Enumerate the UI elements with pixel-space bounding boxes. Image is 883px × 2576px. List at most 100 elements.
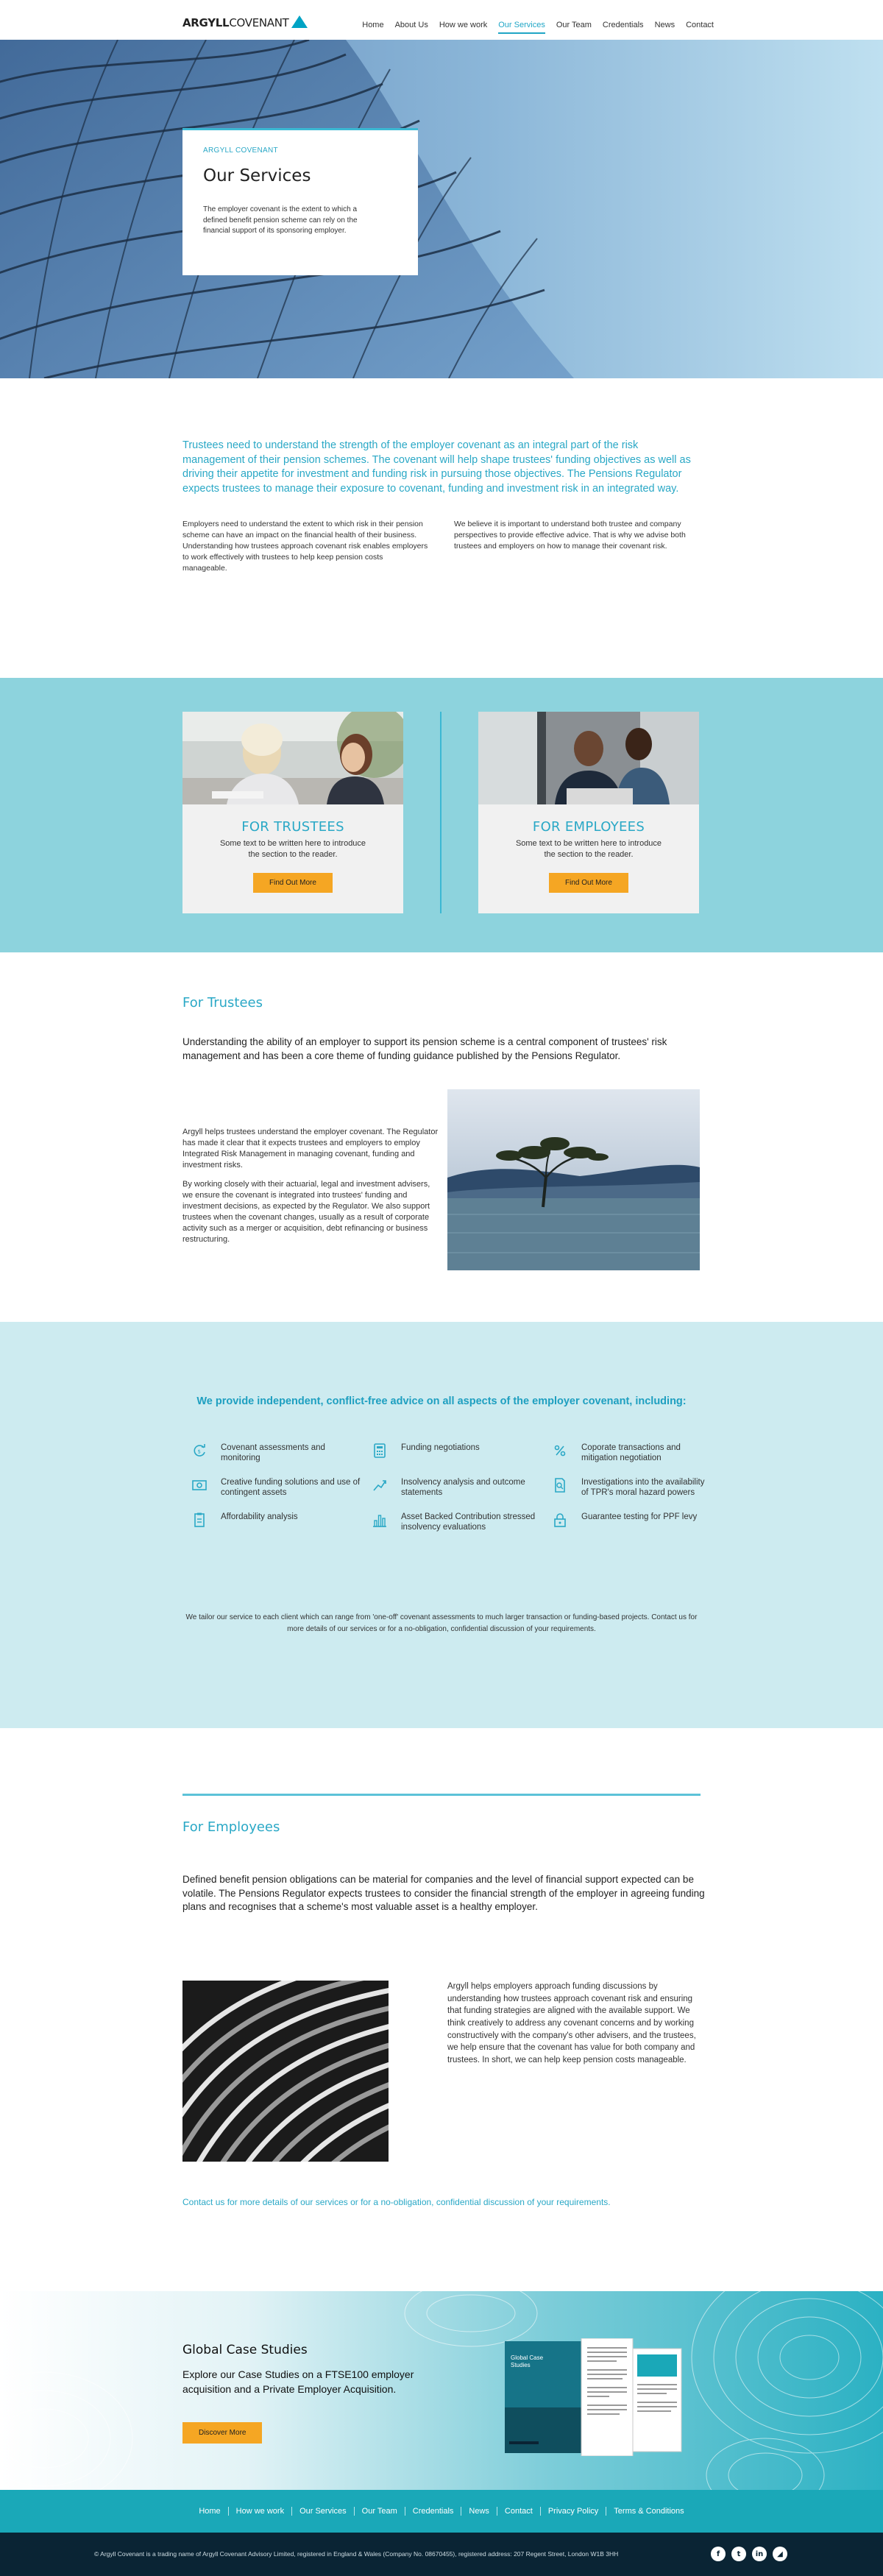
banknote-icon [192,1479,207,1490]
logo-bold-text: ARGYLL [182,16,230,29]
clipboard-icon [194,1512,205,1527]
service-label: Funding negotiations [401,1443,480,1452]
intro-section: Trustees need to understand the strength… [0,378,883,678]
trustees-paragraph-2: By working closely with their actuarial,… [182,1180,430,1244]
percent-icon [554,1445,566,1457]
document-search-icon [555,1477,565,1493]
services-footnote: We tailor our service to each client whi… [185,1613,698,1633]
hero-text: The employer covenant is the extent to w… [203,205,358,235]
contact-link[interactable]: Contact us for more details of our servi… [182,2197,611,2207]
intro-lead: Trustees need to understand the strength… [182,439,691,495]
trend-line-icon [373,1479,386,1491]
nav-our-services[interactable]: Our Services [498,21,545,34]
employees-lead: Defined benefit pension obligations can … [182,1874,705,1913]
nav-credentials[interactable]: Credentials [603,21,644,34]
twitter-icon[interactable]: t [731,2547,746,2561]
lake-tree-photo [447,1089,700,1270]
nav-news[interactable]: News [655,21,675,34]
service-item: Affordability analysis [191,1512,372,1533]
service-item: Guarantee testing for PPF levy [552,1512,706,1533]
bar-chart-icon [373,1514,386,1527]
service-item: Coporate transactions and mitigation neg… [552,1443,706,1464]
rss-icon[interactable]: ◢ [773,2547,787,2561]
svg-text:$: $ [198,1449,201,1455]
facebook-icon[interactable]: f [711,2547,726,2561]
services-section: We provide independent, conflict-free ad… [0,1322,883,1728]
trustees-card-text: Some text to be written here to introduc… [219,839,366,860]
intro-col-left: Employers need to understand the extent … [182,519,428,573]
nav-our-team[interactable]: Our Team [556,21,592,34]
nav-how-we-work[interactable]: How we work [439,21,487,34]
employees-section-title: For Employees [182,1819,280,1835]
brochure-title: Global Case Studies [511,2354,544,2368]
legal-bar: © Argyll Covenant is a trading name of A… [0,2533,883,2576]
service-item: Insolvency analysis and outcome statemen… [372,1477,552,1498]
trustees-paragraph-1: Argyll helps trustees understand the emp… [182,1128,439,1170]
case-studies-title: Global Case Studies [182,2343,308,2357]
trustees-photo [182,712,403,804]
footer-link-our-services[interactable]: Our Services [292,2507,355,2516]
service-label: Coporate transactions and mitigation neg… [581,1443,681,1463]
intro-col-right: We believe it is important to understand… [454,519,686,551]
logo[interactable]: ARGYLLCOVENANT [182,15,308,29]
hero: ARGYLL COVENANT Our Services The employe… [0,40,883,378]
footer-link-our-team[interactable]: Our Team [355,2507,405,2516]
employees-card-title: FOR EMPLOYEES [532,819,645,835]
intro-columns: Employers need to understand the extent … [182,519,701,574]
trustees-card: FOR TRUSTEES Some text to be written her… [182,712,403,913]
footer-link-news[interactable]: News [461,2507,497,2516]
service-label: Asset Backed Contribution stressed insol… [401,1512,536,1532]
architecture-photo [182,1981,389,2162]
case-studies-banner: Global Case Studies Explore our Case Stu… [0,2291,883,2490]
case-studies-text: Explore our Case Studies on a FTSE100 em… [182,2368,414,2395]
employees-card-text: Some text to be written here to introduc… [515,839,662,860]
service-item: Funding negotiations [372,1443,552,1464]
footer-link-home[interactable]: Home [191,2507,229,2516]
hero-card: ARGYLL COVENANT Our Services The employe… [182,128,418,275]
service-label: Creative funding solutions and use of co… [221,1477,361,1498]
service-label: Investigations into the availability of … [581,1477,705,1498]
trustees-body: Argyll helps trustees understand the emp… [182,1127,442,1253]
logo-triangle-icon [291,15,308,28]
service-item: Asset Backed Contribution stressed insol… [372,1512,552,1533]
service-label: Affordability analysis [221,1512,298,1521]
employees-photo [478,712,699,804]
linkedin-icon[interactable]: in [752,2547,767,2561]
audience-divider [440,712,442,913]
services-grid: $ Covenant assessments and monitoring Fu… [191,1443,706,1532]
trustees-section-title: For Trustees [182,995,263,1011]
footer-link-privacy-policy[interactable]: Privacy Policy [541,2507,607,2516]
calculator-icon [374,1443,386,1458]
hero-building-image [0,40,883,378]
trustees-lead: Understanding the ability of an employer… [182,1036,667,1061]
trustees-find-out-more-button[interactable]: Find Out More [253,872,333,893]
service-item: Investigations into the availability of … [552,1477,706,1498]
audience-section: FOR TRUSTEES Some text to be written her… [0,678,883,952]
page-title: Our Services [203,166,311,185]
lock-icon [554,1512,566,1527]
site-header: ARGYLLCOVENANT Home About Us How we work… [0,0,883,40]
discover-more-button[interactable]: Discover More [182,2422,263,2444]
footer-link-terms[interactable]: Terms & Conditions [606,2507,691,2516]
service-item: $ Covenant assessments and monitoring [191,1443,372,1464]
social-links: f t in ◢ [711,2547,787,2561]
nav-home[interactable]: Home [362,21,383,34]
footer-link-how-we-work[interactable]: How we work [229,2507,293,2516]
nav-contact[interactable]: Contact [686,21,714,34]
nav-about-us[interactable]: About Us [395,21,428,34]
employees-find-out-more-button[interactable]: Find Out More [549,872,628,893]
logo-text: COVENANT [229,16,289,29]
trustees-card-title: FOR TRUSTEES [241,819,344,835]
section-divider [182,1794,701,1796]
legal-text: © Argyll Covenant is a trading name of A… [94,2550,619,2558]
service-label: Insolvency analysis and outcome statemen… [401,1477,525,1498]
employees-card: FOR EMPLOYEES Some text to be written he… [478,712,699,913]
footer-link-credentials[interactable]: Credentials [405,2507,462,2516]
service-label: Guarantee testing for PPF levy [581,1512,698,1521]
trustees-section: For Trustees Understanding the ability o… [0,952,883,1322]
footer-link-contact[interactable]: Contact [497,2507,541,2516]
refresh-icon: $ [194,1444,205,1457]
service-label: Covenant assessments and monitoring [221,1443,325,1463]
case-studies-brochure[interactable]: Global Case Studies [505,2338,689,2460]
footer-nav: Home How we work Our Services Our Team C… [0,2490,883,2533]
